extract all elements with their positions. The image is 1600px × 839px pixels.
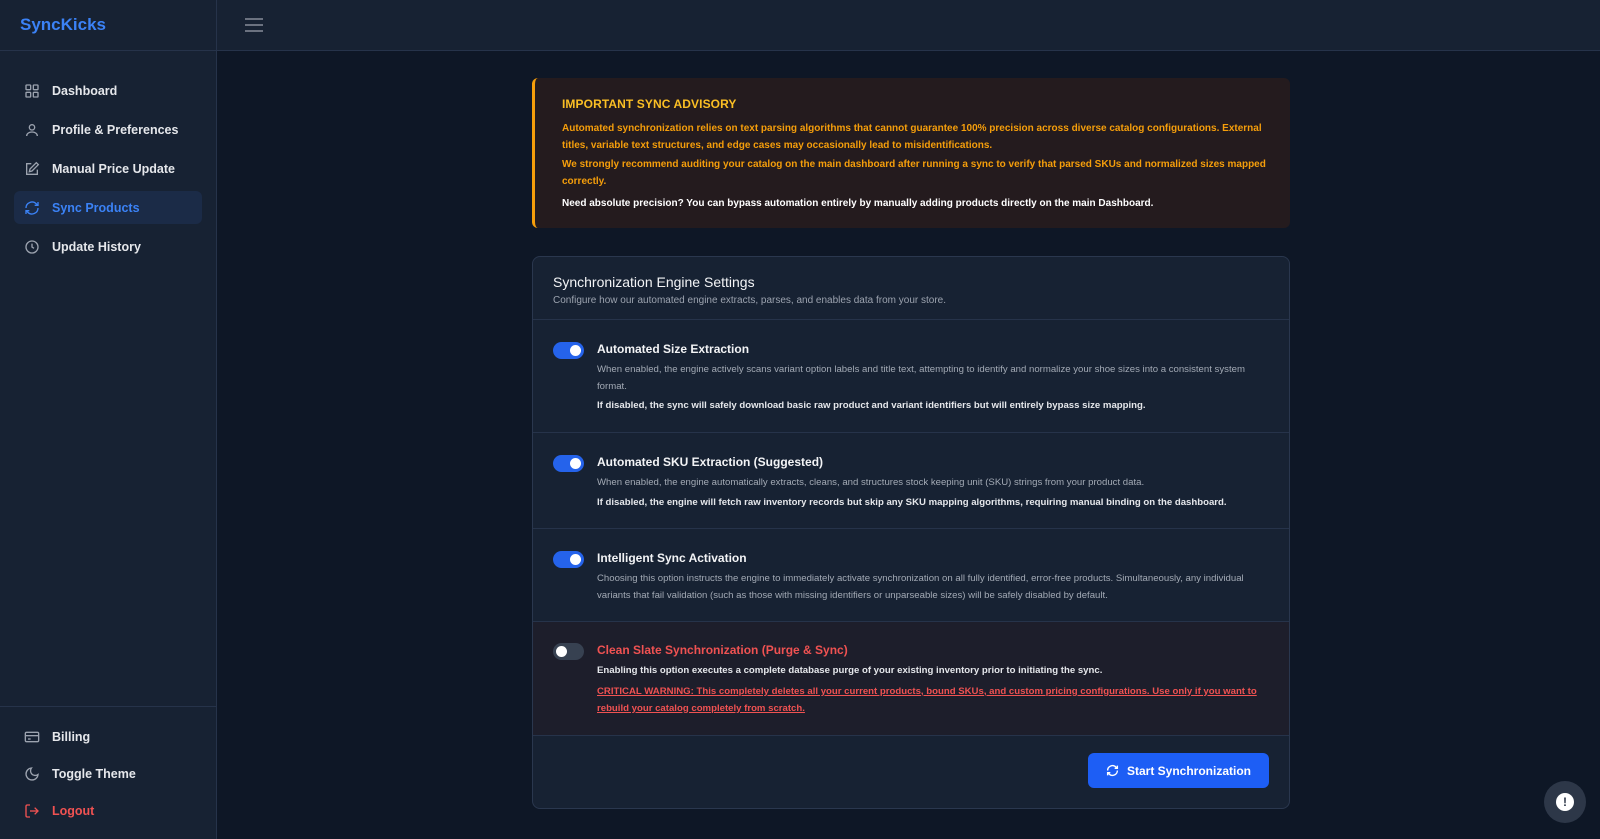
- sync-icon: [1106, 765, 1119, 776]
- intelligent-sync-toggle[interactable]: [553, 551, 584, 568]
- grid-icon: [25, 83, 39, 98]
- advisory-paragraph: Automated synchronization relies on text…: [562, 123, 1262, 151]
- option-note: If disabled, the sync will safely downlo…: [597, 400, 1146, 411]
- help-button[interactable]: !: [1544, 781, 1586, 823]
- brand-logo[interactable]: SyncKicks: [0, 0, 216, 51]
- logout-button[interactable]: Logout: [14, 794, 202, 827]
- card-subtitle: Configure how our automated engine extra…: [553, 295, 947, 306]
- sidebar-item-profile[interactable]: Profile & Preferences: [14, 113, 202, 146]
- sidebar-item-dashboard[interactable]: Dashboard: [14, 74, 202, 107]
- sidebar-item-label: Manual Price Update: [52, 161, 175, 176]
- button-label: Start Synchronization: [1126, 763, 1251, 778]
- clock-icon: [25, 239, 39, 254]
- clean-slate-toggle[interactable]: [553, 643, 584, 660]
- sidebar-item-sync-products[interactable]: Sync Products: [14, 191, 202, 224]
- option-description: Enabling this option executes a complete…: [597, 665, 1103, 676]
- sidebar-footer: Billing Toggle Theme Logout: [0, 706, 216, 839]
- option-description: Choosing this option instructs the engin…: [597, 573, 1244, 601]
- option-title: Intelligent Sync Activation: [597, 551, 747, 565]
- logout-icon: [25, 803, 39, 818]
- start-synchronization-button[interactable]: Start Synchronization: [1087, 753, 1269, 788]
- critical-warning: CRITICAL WARNING: This completely delete…: [597, 685, 1257, 714]
- option-clean-slate: Clean Slate Synchronization (Purge & Syn…: [533, 622, 1289, 736]
- sidebar-item-manual-price-update[interactable]: Manual Price Update: [14, 152, 202, 185]
- card-header: Synchronization Engine Settings Configur…: [533, 257, 1289, 320]
- sync-settings-card: Synchronization Engine Settings Configur…: [532, 256, 1290, 809]
- sidebar-item-label: Dashboard: [52, 83, 118, 98]
- sync-icon: [25, 200, 39, 215]
- option-note: If disabled, the engine will fetch raw i…: [597, 496, 1227, 508]
- sku-extraction-toggle[interactable]: [553, 455, 584, 472]
- option-description: When enabled, the engine actively scans …: [597, 364, 1245, 392]
- sidebar-item-label: Update History: [52, 239, 141, 254]
- option-size-extraction: Automated Size Extraction When enabled, …: [533, 320, 1289, 433]
- advisory-note: Need absolute precision? You can bypass …: [562, 198, 1154, 209]
- sidebar-item-label: Toggle Theme: [52, 766, 136, 781]
- advisory-paragraph: We strongly recommend auditing your cata…: [562, 159, 1266, 187]
- alert-icon: !: [1556, 793, 1574, 811]
- advisory-title: IMPORTANT SYNC ADVISORY: [562, 97, 737, 111]
- top-bar: [217, 0, 1600, 51]
- toggle-theme-button[interactable]: Toggle Theme: [14, 757, 202, 790]
- option-sku-extraction: Automated SKU Extraction (Suggested) Whe…: [533, 433, 1289, 529]
- sidebar-item-update-history[interactable]: Update History: [14, 230, 202, 263]
- edit-icon: [26, 161, 40, 175]
- card-title: Synchronization Engine Settings: [553, 274, 755, 290]
- sidebar-item-label: Billing: [52, 729, 91, 744]
- option-title: Automated Size Extraction: [597, 342, 750, 356]
- option-description: When enabled, the engine automatically e…: [597, 477, 1145, 488]
- sync-advisory-banner: IMPORTANT SYNC ADVISORY Automated synchr…: [532, 78, 1290, 228]
- sidebar: SyncKicks Dashboard Profile & Preference…: [0, 0, 217, 839]
- moon-icon: [25, 766, 39, 781]
- card-footer: Start Synchronization: [533, 736, 1289, 808]
- sidebar-item-label: Logout: [52, 803, 95, 818]
- size-extraction-toggle[interactable]: [553, 342, 584, 359]
- sidebar-item-billing[interactable]: Billing: [14, 720, 202, 753]
- sidebar-nav: Dashboard Profile & Preferences Manual P…: [0, 51, 216, 263]
- credit-card-icon: [24, 731, 40, 742]
- sidebar-item-label: Profile & Preferences: [52, 122, 179, 137]
- hamburger-menu-icon[interactable]: [245, 17, 263, 33]
- option-title: Clean Slate Synchronization (Purge & Syn…: [597, 643, 848, 657]
- option-intelligent-sync: Intelligent Sync Activation Choosing thi…: [533, 529, 1289, 622]
- option-title: Automated SKU Extraction (Suggested): [597, 455, 824, 469]
- sidebar-item-label: Sync Products: [52, 200, 140, 215]
- user-icon: [26, 123, 38, 136]
